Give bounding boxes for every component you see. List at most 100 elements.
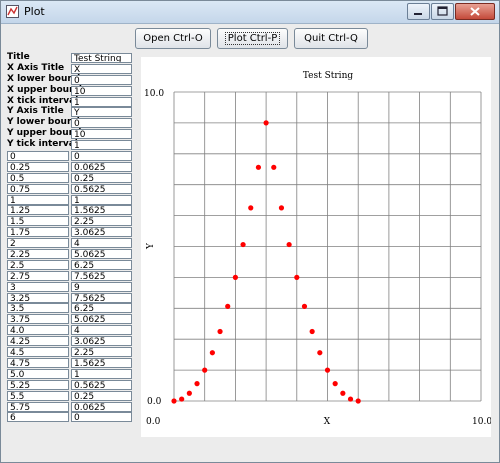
data-row: 2.75 7.5625 — [7, 270, 135, 282]
x-axis-title-field[interactable]: X — [71, 63, 132, 74]
x-value-field[interactable]: 1.5 — [7, 216, 69, 227]
x-value-field[interactable]: 2 — [7, 238, 69, 249]
x-value-field[interactable]: 0.75 — [7, 183, 69, 194]
data-row: 1.75 3.0625 — [7, 227, 135, 238]
data-row: 5.0 1 — [7, 368, 135, 380]
y-value-field[interactable]: 5.0625 — [71, 314, 132, 325]
x-value-field[interactable]: 1 — [7, 194, 69, 205]
x-value-field[interactable]: 6 — [7, 412, 69, 423]
open-button[interactable]: Open Ctrl-O — [135, 28, 211, 49]
data-table: 0 0 0.25 0.0625 0.5 0.25 0.75 0.5625 1 1 1.25 1.562… — [7, 151, 135, 423]
data-point — [248, 205, 254, 211]
y-value-field[interactable]: 3.0625 — [71, 336, 132, 347]
x-value-field[interactable]: 2.25 — [7, 249, 69, 260]
data-row: 60 — [7, 412, 135, 423]
x-value-field[interactable]: 3.75 — [7, 314, 69, 325]
x-value-field[interactable]: 5.75 — [7, 401, 69, 412]
y-upper-bound-field[interactable]: 10 — [71, 129, 132, 140]
data-point — [286, 241, 292, 248]
x-value-field[interactable]: 0.25 — [7, 161, 69, 172]
quit-button-label: Quit Ctrl-Q — [304, 33, 358, 44]
x-value-field[interactable]: 4.25 — [7, 336, 69, 347]
data-row: 5.75 0.0625 — [7, 401, 135, 413]
toolbar: Open Ctrl-O Plot Ctrl-P Quit Ctrl-Q — [135, 28, 374, 49]
x-lower-bound-field[interactable]: 0 — [71, 74, 132, 85]
data-point — [294, 274, 300, 280]
data-row: 2.25 5.0625 — [7, 249, 135, 260]
x-tick-interval-field[interactable]: 1 — [71, 96, 132, 107]
y-value-field[interactable]: 4 — [71, 325, 132, 336]
x-value-field[interactable]: 4.75 — [7, 357, 69, 368]
minimize-button[interactable] — [407, 3, 430, 20]
plot-area: Test String 10.0 0.0 0.0 10.0 X Y — [141, 57, 491, 437]
data-point — [194, 381, 200, 387]
y-value-field[interactable]: 4 — [71, 238, 132, 249]
data-row: 24 — [7, 238, 135, 249]
data-row: 0.75 0.5625 — [7, 183, 135, 195]
y-value-field[interactable]: 0.0625 — [71, 401, 132, 412]
y-axis-title-field[interactable]: Y — [71, 107, 132, 118]
plot-button-label: Plot Ctrl-P — [224, 32, 281, 45]
minimize-icon — [414, 13, 422, 15]
maximize-button[interactable] — [431, 3, 454, 20]
data-row: 4.0 4 — [7, 325, 135, 336]
x-value-field[interactable]: 1.25 — [7, 205, 69, 216]
param-label: X tick interval — [7, 95, 79, 106]
y-value-field[interactable]: 0.5625 — [71, 183, 132, 194]
x-value-field[interactable]: 3.25 — [7, 292, 69, 303]
data-row: 00 — [7, 151, 135, 162]
close-button[interactable] — [455, 3, 495, 20]
data-row: 3.75 5.0625 — [7, 314, 135, 325]
x-value-field[interactable]: 3.5 — [7, 303, 69, 314]
y-lower-bound-field[interactable]: 0 — [71, 118, 132, 129]
y-value-field[interactable]: 6.25 — [71, 259, 132, 270]
y-value-field[interactable]: 1.5625 — [71, 205, 132, 216]
y-value-field[interactable]: 1.5625 — [71, 357, 132, 368]
y-value-field[interactable]: 3.0625 — [71, 227, 132, 238]
x-min-tick-label: 0.0 — [146, 417, 161, 427]
y-value-field[interactable]: 0 — [71, 151, 132, 162]
data-point — [278, 205, 285, 211]
y-value-field[interactable]: 0.0625 — [71, 161, 132, 172]
close-icon — [470, 7, 480, 16]
x-value-field[interactable]: 0 — [7, 151, 69, 162]
plot-button[interactable]: Plot Ctrl-P — [217, 28, 288, 49]
x-value-field[interactable]: 3 — [7, 281, 69, 292]
data-point — [263, 120, 269, 126]
data-point — [209, 350, 215, 356]
y-value-field[interactable]: 2.25 — [71, 216, 132, 227]
y-value-field[interactable]: 6.25 — [71, 303, 132, 314]
java-app-icon — [6, 5, 19, 18]
data-point — [217, 328, 223, 335]
y-value-field[interactable]: 9 — [71, 281, 132, 292]
x-value-field[interactable]: 4.5 — [7, 347, 69, 358]
data-point — [317, 350, 323, 356]
quit-button[interactable]: Quit Ctrl-Q — [294, 28, 368, 49]
y-value-field[interactable]: 0.25 — [71, 390, 132, 401]
y-value-field[interactable]: 7.5625 — [71, 270, 132, 281]
y-value-field[interactable]: 0.5625 — [71, 379, 132, 390]
title-field[interactable]: Test String — [71, 53, 132, 63]
y-value-field[interactable]: 1 — [71, 368, 132, 379]
x-value-field[interactable]: 2.5 — [7, 259, 69, 270]
y-value-field[interactable]: 0.25 — [71, 172, 132, 183]
data-point — [202, 367, 208, 373]
y-value-field[interactable]: 7.5625 — [71, 292, 132, 303]
x-upper-bound-field[interactable]: 10 — [71, 85, 132, 96]
x-value-field[interactable]: 5.5 — [7, 390, 69, 401]
y-value-field[interactable]: 0 — [71, 412, 132, 423]
y-value-field[interactable]: 1 — [71, 194, 132, 205]
x-max-tick-label: 10.0 — [472, 417, 491, 427]
title-bar[interactable]: Plot — [1, 1, 499, 24]
x-value-field[interactable]: 5.0 — [7, 368, 69, 379]
x-value-field[interactable]: 4.0 — [7, 325, 69, 336]
x-value-field[interactable]: 0.5 — [7, 172, 69, 183]
y-tick-interval-field[interactable]: 1 — [71, 140, 132, 151]
y-value-field[interactable]: 2.25 — [71, 347, 132, 358]
x-value-field[interactable]: 5.25 — [7, 379, 69, 390]
x-value-field[interactable]: 1.75 — [7, 227, 69, 238]
data-point — [332, 381, 338, 387]
y-value-field[interactable]: 5.0625 — [71, 249, 132, 260]
data-point — [240, 241, 246, 248]
x-value-field[interactable]: 2.75 — [7, 270, 69, 281]
